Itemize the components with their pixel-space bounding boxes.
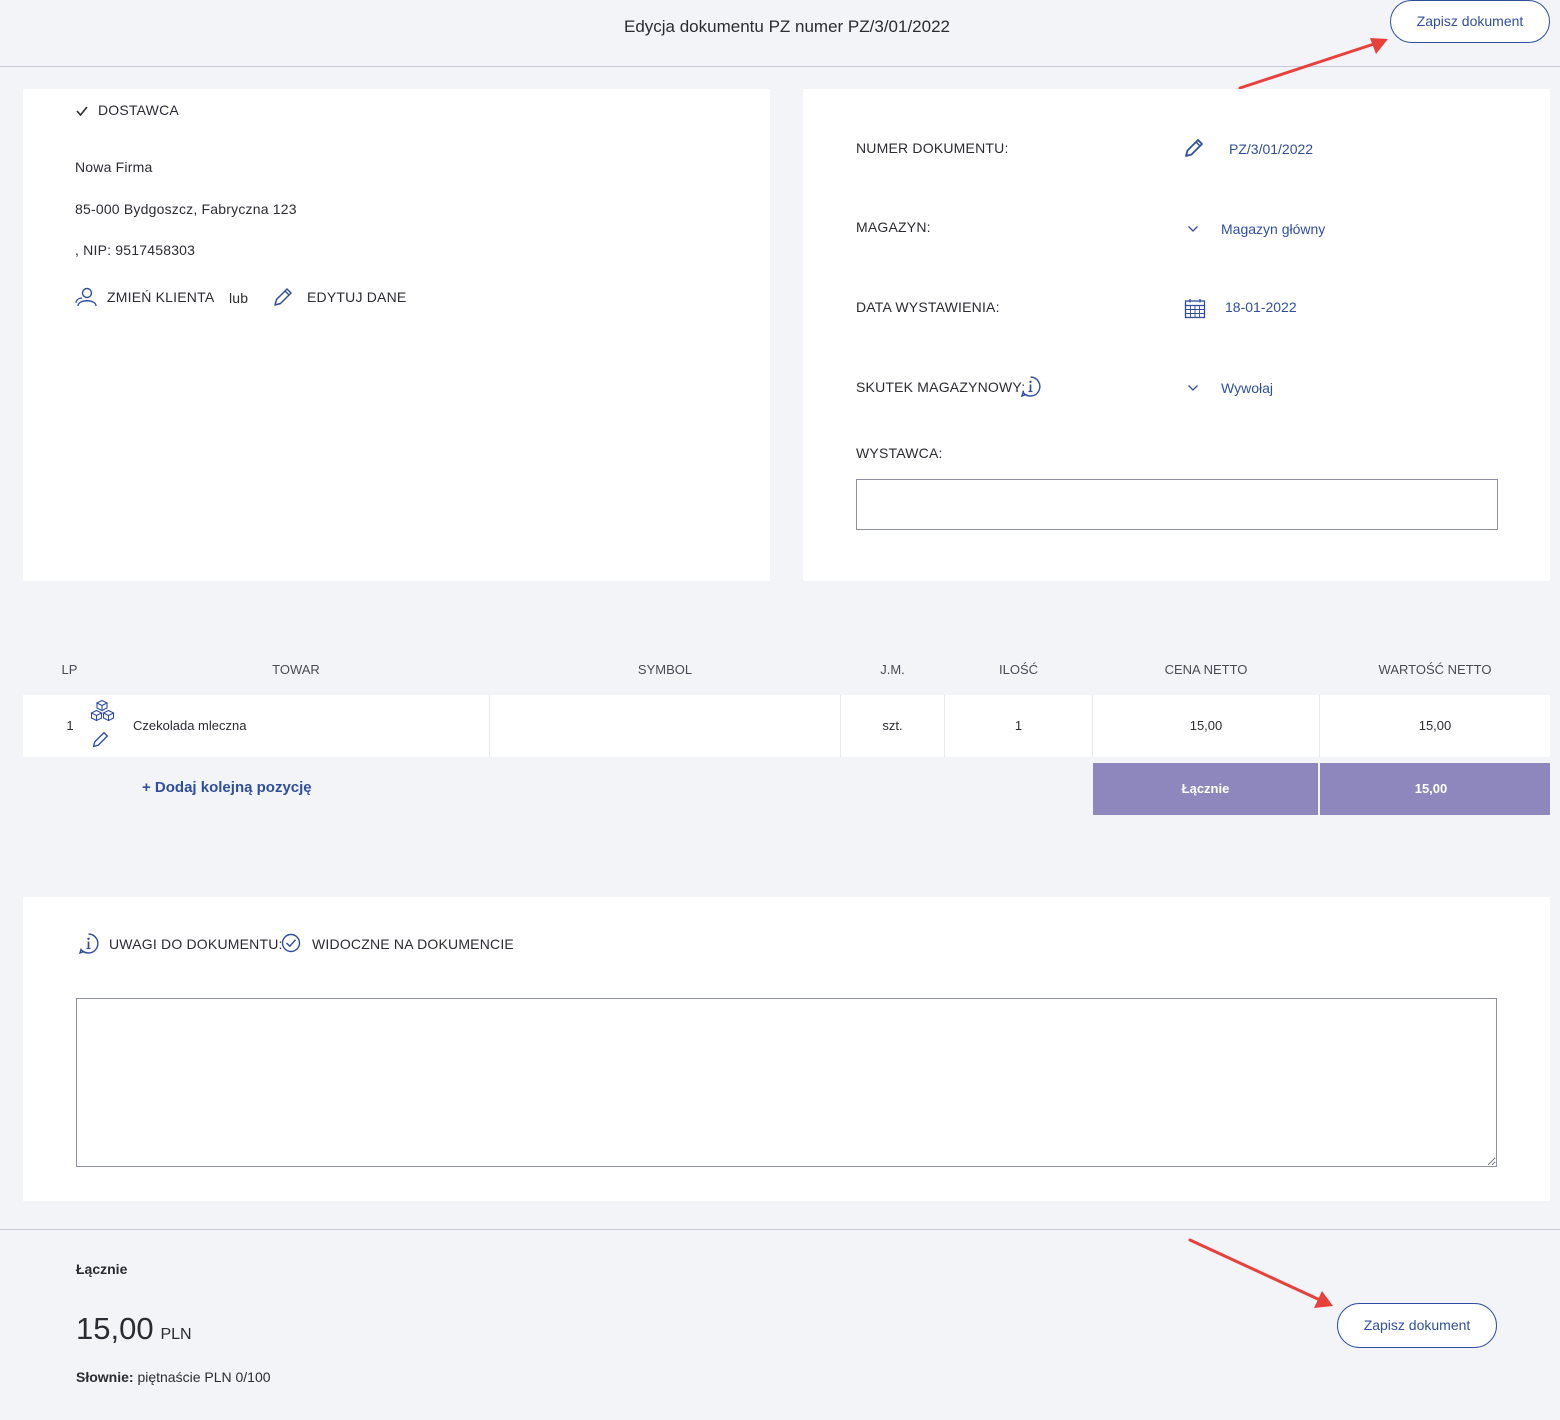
- row-qty[interactable]: 1: [945, 718, 1092, 733]
- supplier-heading: DOSTAWCA: [98, 102, 179, 118]
- pencil-icon[interactable]: [1183, 137, 1205, 159]
- chevron-down-icon[interactable]: [1187, 383, 1199, 393]
- amount-in-words-value: piętnaście PLN 0/100: [133, 1369, 271, 1385]
- change-client-link[interactable]: ZMIEŃ KLIENTA: [107, 289, 214, 305]
- col-header-net-value: WARTOŚĆ NETTO: [1378, 662, 1492, 677]
- info-icon[interactable]: [77, 932, 100, 955]
- supplier-address: 85-000 Bydgoszcz, Fabryczna 123: [75, 201, 297, 217]
- calendar-icon[interactable]: [1184, 298, 1206, 319]
- notes-textarea[interactable]: [76, 998, 1497, 1167]
- add-position-link[interactable]: + Dodaj kolejną pozycję: [142, 779, 312, 796]
- table-total-label: Łącznie: [1093, 763, 1318, 815]
- document-number-label: NUMER DOKUMENTU:: [856, 140, 1009, 156]
- amount-in-words-label: Słownie:: [76, 1369, 134, 1385]
- col-header-item: TOWAR: [272, 662, 320, 677]
- col-header-qty: ILOŚĆ: [998, 662, 1038, 677]
- check-circle-icon[interactable]: [281, 933, 301, 953]
- amount-in-words: Słownie: piętnaście PLN 0/100: [76, 1369, 271, 1385]
- row-lp: 1: [66, 718, 74, 733]
- col-header-unit: J.M.: [880, 662, 905, 677]
- pencil-icon[interactable]: [272, 286, 294, 308]
- pencil-icon[interactable]: [91, 730, 110, 749]
- summary-total: 15,00 PLN: [76, 1311, 192, 1347]
- row-item-name[interactable]: Czekolada mleczna: [133, 718, 246, 733]
- summary-label: Łącznie: [76, 1261, 128, 1277]
- users-icon[interactable]: [75, 287, 100, 307]
- chevron-down-icon[interactable]: [1187, 224, 1199, 234]
- visible-on-document-toggle[interactable]: WIDOCZNE NA DOKUMENCIE: [312, 936, 514, 952]
- warehouse-effect-label: SKUTEK MAGAZYNOWY:: [856, 379, 1026, 395]
- warehouse-select[interactable]: Magazyn główny: [1221, 221, 1325, 237]
- supplier-name: Nowa Firma: [75, 159, 153, 175]
- check-icon: [76, 106, 88, 117]
- cell-divider: [489, 695, 490, 757]
- warehouse-effect-select[interactable]: Wywołaj: [1221, 380, 1273, 396]
- notes-label: UWAGI DO DOKUMENTU:: [109, 936, 283, 952]
- issue-date-label: DATA WYSTAWIENIA:: [856, 299, 1000, 315]
- col-header-symbol: SYMBOL: [637, 662, 693, 677]
- arrow-annotation-icon: [1238, 38, 1388, 90]
- warehouse-label: MAGAZYN:: [856, 219, 931, 235]
- supplier-nip: , NIP: 9517458303: [75, 242, 196, 258]
- save-document-button-bottom[interactable]: Zapisz dokument: [1337, 1303, 1497, 1348]
- issuer-label: WYSTAWCA:: [856, 445, 943, 461]
- col-header-net-price: CENA NETTO: [1164, 662, 1248, 677]
- info-icon[interactable]: [1019, 375, 1042, 398]
- document-number-value[interactable]: PZ/3/01/2022: [1229, 141, 1313, 157]
- row-unit[interactable]: szt.: [841, 718, 944, 733]
- edit-data-link[interactable]: EDYTUJ DANE: [307, 289, 406, 305]
- issue-date-value[interactable]: 18-01-2022: [1225, 299, 1297, 315]
- save-document-button-top[interactable]: Zapisz dokument: [1390, 0, 1550, 43]
- boxes-icon: [90, 699, 115, 722]
- or-text: lub: [229, 290, 249, 306]
- arrow-annotation-icon: [1188, 1238, 1333, 1308]
- table-total-value: 15,00: [1320, 763, 1550, 815]
- col-header-lp: LP: [61, 662, 78, 677]
- issuer-input[interactable]: [856, 479, 1498, 530]
- summary-currency: PLN: [160, 1326, 192, 1343]
- row-net-value: 15,00: [1418, 718, 1452, 733]
- row-net-price[interactable]: 15,00: [1093, 718, 1319, 733]
- summary-amount: 15,00: [76, 1311, 154, 1346]
